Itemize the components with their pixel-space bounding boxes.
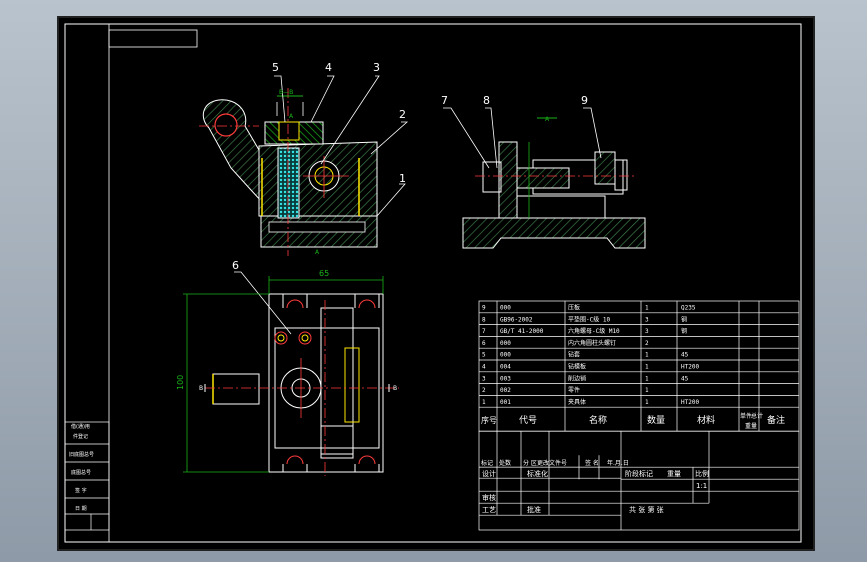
revision-col-0: 标记 <box>481 459 493 467</box>
title-review: 审核 <box>482 493 496 502</box>
title-scale_value: 1:1 <box>696 482 707 490</box>
part-cell-no: 5 <box>482 352 486 359</box>
part-cell-material: Q235 <box>681 305 696 312</box>
title-design: 设计 <box>482 469 496 478</box>
revision-col-3: 更改文件号 <box>537 459 567 467</box>
part-cell-qty: 1 <box>645 387 649 394</box>
part-cell-name: 钻套 <box>568 351 580 359</box>
dimension-height: 100 <box>176 375 185 390</box>
part-cell-name: 零件 <box>568 386 580 394</box>
revision-col-5: 年.月.日 <box>607 459 629 467</box>
part-cell-material: 45 <box>681 352 689 359</box>
part-cell-code: 004 <box>500 364 511 371</box>
part-cell-name: 内六角圆柱头螺钉 <box>568 339 616 347</box>
revision-col-2: 分 区 <box>523 459 537 467</box>
side-label-3: 底图总号 <box>71 469 91 476</box>
callout-2: 2 <box>399 108 406 121</box>
section-mark-a-top: A <box>289 113 294 120</box>
section-mark-b-right: B <box>393 385 397 392</box>
side-label-2: 旧底图总号 <box>69 451 94 458</box>
parts-header-code: 代号 <box>519 415 537 426</box>
dimension-width: 65 <box>319 269 329 278</box>
part-cell-qty: 2 <box>645 340 649 347</box>
side-label-5: 日 期 <box>75 506 87 512</box>
side-label-1: 件登记 <box>73 433 88 440</box>
parts-header-remark: 备注 <box>767 414 785 426</box>
part-cell-material: 钢 <box>681 327 687 335</box>
part-cell-code: 002 <box>500 387 511 394</box>
parts-header-no: 序号 <box>481 415 497 425</box>
parts-header-qty: 数量 <box>647 414 665 426</box>
parts-header-total: 总计 <box>751 412 763 420</box>
callout-4: 4 <box>325 61 332 74</box>
section-mark-bb: B—B <box>279 89 293 96</box>
part-cell-no: 9 <box>482 305 486 312</box>
part-cell-code: GB/T 41-2000 <box>500 328 544 335</box>
parts-header-weight: 重量 <box>745 422 757 430</box>
part-cell-no: 6 <box>482 340 486 347</box>
parts-list-text: 9 000 压板 1 Q235 8 GB96-2002 平垫圈-C级 10 3 钢 7 GB/T 41… <box>481 304 785 431</box>
part-cell-qty: 1 <box>645 375 649 382</box>
title-weight: 重量 <box>667 470 681 478</box>
part-cell-material: HT200 <box>681 399 699 406</box>
title-process: 工艺 <box>482 506 496 514</box>
part-cell-no: 4 <box>482 364 486 371</box>
drawing-sheet: 5 4 3 2 1 7 8 9 6 A A A B B B—B 65 100 9… <box>57 16 815 551</box>
part-cell-name: 压板 <box>568 304 580 312</box>
title-approve: 批准 <box>527 505 541 514</box>
part-cell-qty: 3 <box>645 328 649 335</box>
section-mark-b-left: B <box>199 385 203 392</box>
part-cell-no: 8 <box>482 316 486 323</box>
title-standard: 标准化 <box>527 469 548 478</box>
part-cell-no: 1 <box>482 399 486 406</box>
part-cell-code: GB96-2002 <box>500 316 533 323</box>
part-cell-name: 钻模板 <box>568 363 586 371</box>
section-mark-a-front: A <box>315 249 320 256</box>
part-cell-material: 45 <box>681 375 689 382</box>
title-stage: 阶段标记 <box>625 469 653 478</box>
callout-9: 9 <box>581 94 588 107</box>
revision-col-4: 签 名 <box>585 459 599 467</box>
title-sheets: 共 张 第 张 <box>629 505 664 514</box>
callout-6: 6 <box>232 259 239 272</box>
part-cell-qty: 1 <box>645 399 649 406</box>
part-cell-no: 2 <box>482 387 486 394</box>
text-layer: 5 4 3 2 1 7 8 9 6 A A A B B B—B 65 100 9… <box>69 61 785 514</box>
part-cell-no: 7 <box>482 328 486 335</box>
part-cell-no: 3 <box>482 375 486 382</box>
part-cell-name: 夹具体 <box>568 398 586 406</box>
part-cell-code: 000 <box>500 352 511 359</box>
side-label-0: 借(通)用 <box>71 423 90 430</box>
part-cell-code: 003 <box>500 375 511 382</box>
part-cell-code: 001 <box>500 399 511 406</box>
part-cell-name: 六角螺母-C级 M10 <box>568 327 620 335</box>
part-cell-qty: 3 <box>645 316 649 323</box>
part-cell-material: HT200 <box>681 364 699 371</box>
part-cell-qty: 1 <box>645 352 649 359</box>
title-block-text: 标记 处数 分 区更改文件号 签 名年.月.日设计审核工艺 标准化批准 阶段标记 重量 比例 1… <box>481 459 709 514</box>
callout-1: 1 <box>399 172 406 185</box>
part-cell-code: 000 <box>500 305 511 312</box>
part-cell-name: 平垫圈-C级 10 <box>568 315 610 323</box>
part-cell-qty: 1 <box>645 305 649 312</box>
title-scale: 比例 <box>695 469 709 478</box>
part-cell-code: 000 <box>500 340 511 347</box>
revision-col-1: 处数 <box>499 459 511 467</box>
parts-header-name: 名称 <box>589 414 607 426</box>
callout-8: 8 <box>483 94 490 107</box>
parts-header-material: 材料 <box>697 414 715 426</box>
part-cell-qty: 1 <box>645 364 649 371</box>
part-cell-name: 削边销 <box>568 374 586 382</box>
side-label-4: 签 字 <box>75 487 87 494</box>
callout-7: 7 <box>441 94 448 107</box>
callout-3: 3 <box>373 61 380 74</box>
callout-5: 5 <box>272 61 279 74</box>
section-mark-a-side: A <box>545 116 550 123</box>
part-cell-material: 钢 <box>681 315 687 323</box>
